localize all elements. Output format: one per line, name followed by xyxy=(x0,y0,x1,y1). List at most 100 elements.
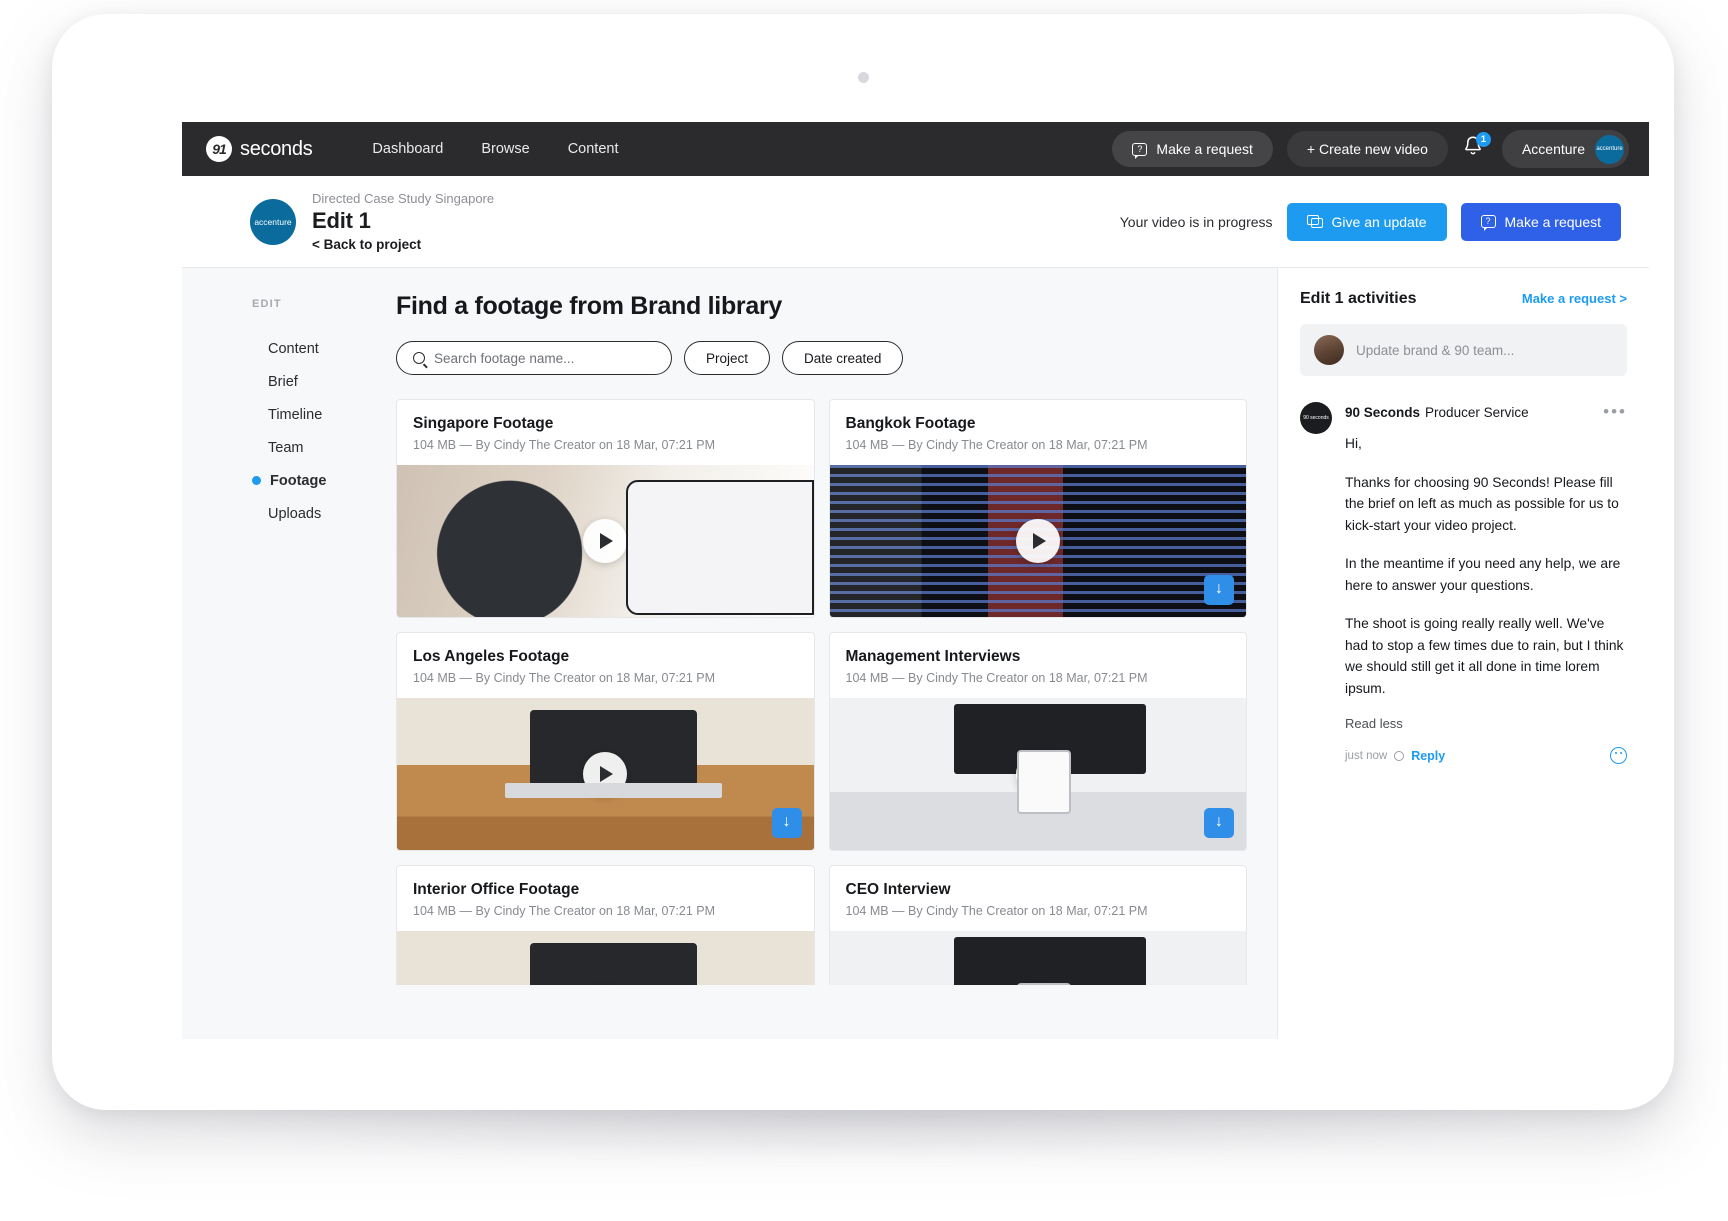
nav-link-dashboard[interactable]: Dashboard xyxy=(372,141,443,157)
sidebar-item-timeline[interactable]: Timeline xyxy=(252,398,380,431)
sidebar-item-label: Footage xyxy=(270,472,327,489)
give-an-update-button[interactable]: Give an update xyxy=(1286,202,1447,241)
play-button[interactable] xyxy=(583,752,628,796)
active-indicator-dot-icon xyxy=(252,476,261,485)
footage-card-header: Los Angeles Footage 104 MB — By Cindy Th… xyxy=(397,633,814,698)
visibility-globe-icon xyxy=(1394,750,1405,761)
account-name-label: Accenture xyxy=(1521,141,1585,157)
notification-count-badge: 1 xyxy=(1475,132,1491,147)
footage-meta: 104 MB — By Cindy The Creator on 18 Mar,… xyxy=(413,904,715,918)
message-header: 90 Seconds Producer Service ••• xyxy=(1345,402,1627,422)
footage-card-grid: Singapore Footage 104 MB — By Cindy The … xyxy=(396,399,1247,985)
footage-meta: 104 MB — By Cindy The Creator on 18 Mar,… xyxy=(413,438,715,452)
ninety-seconds-logo-icon: 91 xyxy=(206,136,232,162)
message-paragraph: In the meantime if you need any help, we… xyxy=(1345,556,1621,593)
footage-card[interactable]: Los Angeles Footage 104 MB — By Cindy Th… xyxy=(396,632,815,851)
download-icon: ↓ xyxy=(1215,813,1223,830)
sidebar-item-brief[interactable]: Brief xyxy=(252,365,380,398)
sidebar-item-label: Team xyxy=(268,439,304,456)
message-author-role: Producer Service xyxy=(1425,404,1529,420)
activity-composer[interactable]: Update brand & 90 team... xyxy=(1300,324,1627,376)
footage-card[interactable]: CEO Interview 104 MB — By Cindy The Crea… xyxy=(828,865,1247,985)
play-icon xyxy=(1032,533,1046,549)
nav-link-content[interactable]: Content xyxy=(568,141,619,157)
composer-avatar xyxy=(1314,335,1344,365)
message-more-options-icon[interactable]: ••• xyxy=(1603,402,1627,422)
sidebar-item-label: Uploads xyxy=(268,505,322,522)
download-button[interactable]: ↓ xyxy=(1204,575,1234,605)
header-make-request-button[interactable]: ? Make a request xyxy=(1460,202,1621,241)
reply-link[interactable]: Reply xyxy=(1411,749,1445,763)
footage-thumbnail[interactable]: ↓ xyxy=(829,698,1246,850)
activities-make-request-link[interactable]: Make a request > xyxy=(1522,291,1627,306)
notifications-button[interactable]: 1 xyxy=(1462,132,1491,164)
brand-logo[interactable]: 91 seconds xyxy=(206,136,313,162)
play-icon xyxy=(1032,766,1046,782)
filter-chip-date-created[interactable]: Date created xyxy=(782,341,904,375)
footage-thumbnail[interactable]: ↓ xyxy=(397,931,814,985)
request-bubble-icon: ? xyxy=(1480,215,1496,231)
footage-card[interactable]: Singapore Footage 104 MB — By Cindy The … xyxy=(396,399,815,618)
sidebar-item-team[interactable]: Team xyxy=(252,431,380,464)
composer-placeholder-label: Update brand & 90 team... xyxy=(1356,342,1515,358)
message-paragraph: The shoot is going really really well. W… xyxy=(1345,616,1624,696)
search-input[interactable]: Search footage name... xyxy=(396,341,672,375)
sidebar-section-heading: EDIT xyxy=(252,298,282,310)
footage-card[interactable]: Management Interviews 104 MB — By Cindy … xyxy=(828,632,1247,851)
play-button[interactable] xyxy=(583,519,628,563)
footage-meta: 104 MB — By Cindy The Creator on 18 Mar,… xyxy=(845,904,1148,918)
activities-header: Edit 1 activities Make a request > xyxy=(1300,290,1627,308)
download-icon: ↓ xyxy=(1215,580,1223,597)
play-icon xyxy=(600,766,614,782)
project-title-group: Directed Case Study Singapore Edit 1 < B… xyxy=(312,191,494,252)
message-author-avatar: 90 seconds xyxy=(1300,402,1332,434)
video-status-label: Your video is in progress xyxy=(1119,213,1273,230)
footage-thumbnail[interactable]: ↓ xyxy=(829,931,1246,985)
sidebar-item-uploads[interactable]: Uploads xyxy=(252,497,380,530)
search-placeholder-label: Search footage name... xyxy=(434,350,575,366)
header-make-request-label: Make a request xyxy=(1504,213,1602,230)
account-avatar: accenture xyxy=(1595,134,1624,164)
download-button[interactable]: ↓ xyxy=(771,575,802,605)
play-button[interactable] xyxy=(1015,519,1060,563)
download-button[interactable]: ↓ xyxy=(1204,808,1234,838)
page-title: Edit 1 xyxy=(312,208,371,233)
nav-link-browse[interactable]: Browse xyxy=(481,141,529,157)
sidebar-item-content[interactable]: Content xyxy=(252,332,380,365)
footage-thumbnail[interactable]: ↓ xyxy=(397,698,814,850)
primary-nav-links: Dashboard Browse Content xyxy=(372,141,618,157)
play-button[interactable] xyxy=(1015,752,1060,796)
emoji-reaction-icon[interactable] xyxy=(1610,747,1627,764)
sidebar-item-footage[interactable]: Footage xyxy=(252,464,380,497)
activities-panel: Edit 1 activities Make a request > Updat… xyxy=(1277,268,1649,1039)
read-less-link[interactable]: Read less xyxy=(1345,716,1627,731)
footage-meta: 104 MB — By Cindy The Creator on 18 Mar,… xyxy=(413,671,715,685)
footage-title: Bangkok Footage xyxy=(845,415,976,432)
nav-make-request-button[interactable]: ? Make a request xyxy=(1112,131,1273,167)
footage-card[interactable]: Interior Office Footage 104 MB — By Cind… xyxy=(396,865,815,985)
breadcrumb-parent-project[interactable]: Directed Case Study Singapore xyxy=(312,191,494,206)
edit-sidebar: EDIT Content Brief Timeline Team Footage xyxy=(182,268,380,1039)
section-title: Find a footage from Brand library xyxy=(396,292,782,320)
download-button[interactable]: ↓ xyxy=(771,808,802,838)
footage-thumbnail[interactable]: ↓ xyxy=(829,465,1246,617)
top-navigation-bar: 91 seconds Dashboard Browse Content ? Ma… xyxy=(182,122,1649,176)
footage-thumbnail[interactable]: ↓ xyxy=(397,465,814,617)
filter-bar: Search footage name... Project Date crea… xyxy=(396,341,1247,375)
back-to-project-link[interactable]: < Back to project xyxy=(312,237,494,252)
message-footer: just now Reply xyxy=(1345,747,1627,764)
message-timestamp: just now xyxy=(1345,749,1388,762)
account-menu-button[interactable]: Accenture accenture xyxy=(1501,130,1629,168)
filter-chip-project[interactable]: Project xyxy=(684,341,771,375)
message-author-name: 90 Seconds xyxy=(1345,404,1421,420)
create-new-video-button[interactable]: + Create new video xyxy=(1286,131,1448,167)
footage-title: CEO Interview xyxy=(845,881,951,898)
message-body: 90 Seconds Producer Service ••• Hi, Than… xyxy=(1345,402,1627,764)
play-icon xyxy=(600,533,614,549)
sidebar-item-label: Brief xyxy=(268,373,298,390)
give-an-update-label: Give an update xyxy=(1331,213,1427,230)
footage-card[interactable]: Bangkok Footage 104 MB — By Cindy The Cr… xyxy=(828,399,1247,618)
footage-card-header: Interior Office Footage 104 MB — By Cind… xyxy=(397,866,814,931)
footage-card-header: Bangkok Footage 104 MB — By Cindy The Cr… xyxy=(830,400,1247,465)
footage-card-header: Singapore Footage 104 MB — By Cindy The … xyxy=(397,400,814,465)
